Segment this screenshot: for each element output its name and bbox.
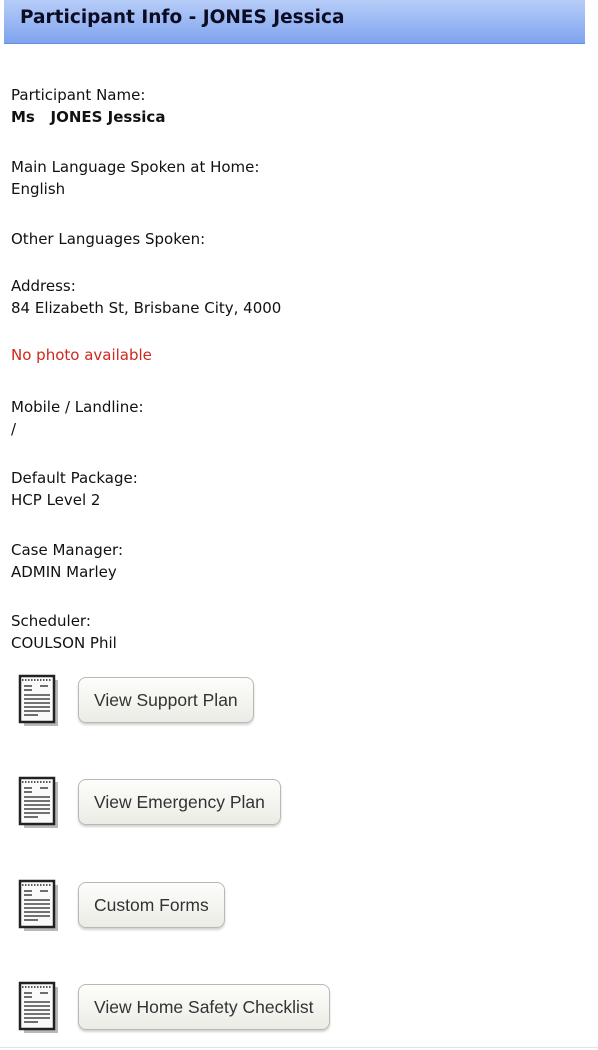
case-manager-value: ADMIN Marley [11,563,117,581]
notepad-document-icon[interactable] [18,981,62,1035]
case-manager-field: Case Manager: ADMIN Marley [11,539,123,583]
main-language-field: Main Language Spoken at Home: English [11,156,259,200]
view-support-plan-button[interactable]: View Support Plan [78,677,254,723]
participant-name-value: Ms JONES Jessica [11,108,166,126]
scheduler-field: Scheduler: COULSON Phil [11,610,117,654]
main-language-label: Main Language Spoken at Home: [11,158,260,176]
phone-value: / [11,420,17,438]
custom-forms-button[interactable]: Custom Forms [78,882,225,928]
address-label: Address: [11,277,76,295]
default-package-value: HCP Level 2 [11,491,101,509]
participant-name-label: Participant Name: [11,86,146,104]
main-language-value: English [11,180,66,198]
view-home-safety-checklist-button[interactable]: View Home Safety Checklist [78,984,330,1030]
bottom-divider [0,1047,598,1048]
page-header: Participant Info - JONES Jessica [4,0,585,44]
notepad-document-icon[interactable] [18,674,62,728]
other-languages-value [11,250,205,272]
page-title: Participant Info - JONES Jessica [20,7,345,28]
no-photo-notice: No photo available [11,346,152,364]
phone-label: Mobile / Landline: [11,398,144,416]
other-languages-field: Other Languages Spoken: [11,228,205,272]
notepad-document-icon[interactable] [18,879,62,933]
scheduler-value: COULSON Phil [11,634,117,652]
address-value: 84 Elizabeth St, Brisbane City, 4000 [11,299,282,317]
case-manager-label: Case Manager: [11,541,124,559]
scheduler-label: Scheduler: [11,612,91,630]
phone-field: Mobile / Landline: / [11,396,144,440]
default-package-label: Default Package: [11,469,138,487]
address-field: Address: 84 Elizabeth St, Brisbane City,… [11,275,281,319]
participant-name-field: Participant Name: Ms JONES Jessica [11,84,165,128]
view-emergency-plan-button[interactable]: View Emergency Plan [78,779,281,825]
default-package-field: Default Package: HCP Level 2 [11,467,138,511]
other-languages-label: Other Languages Spoken: [11,230,206,248]
notepad-document-icon[interactable] [18,776,62,830]
